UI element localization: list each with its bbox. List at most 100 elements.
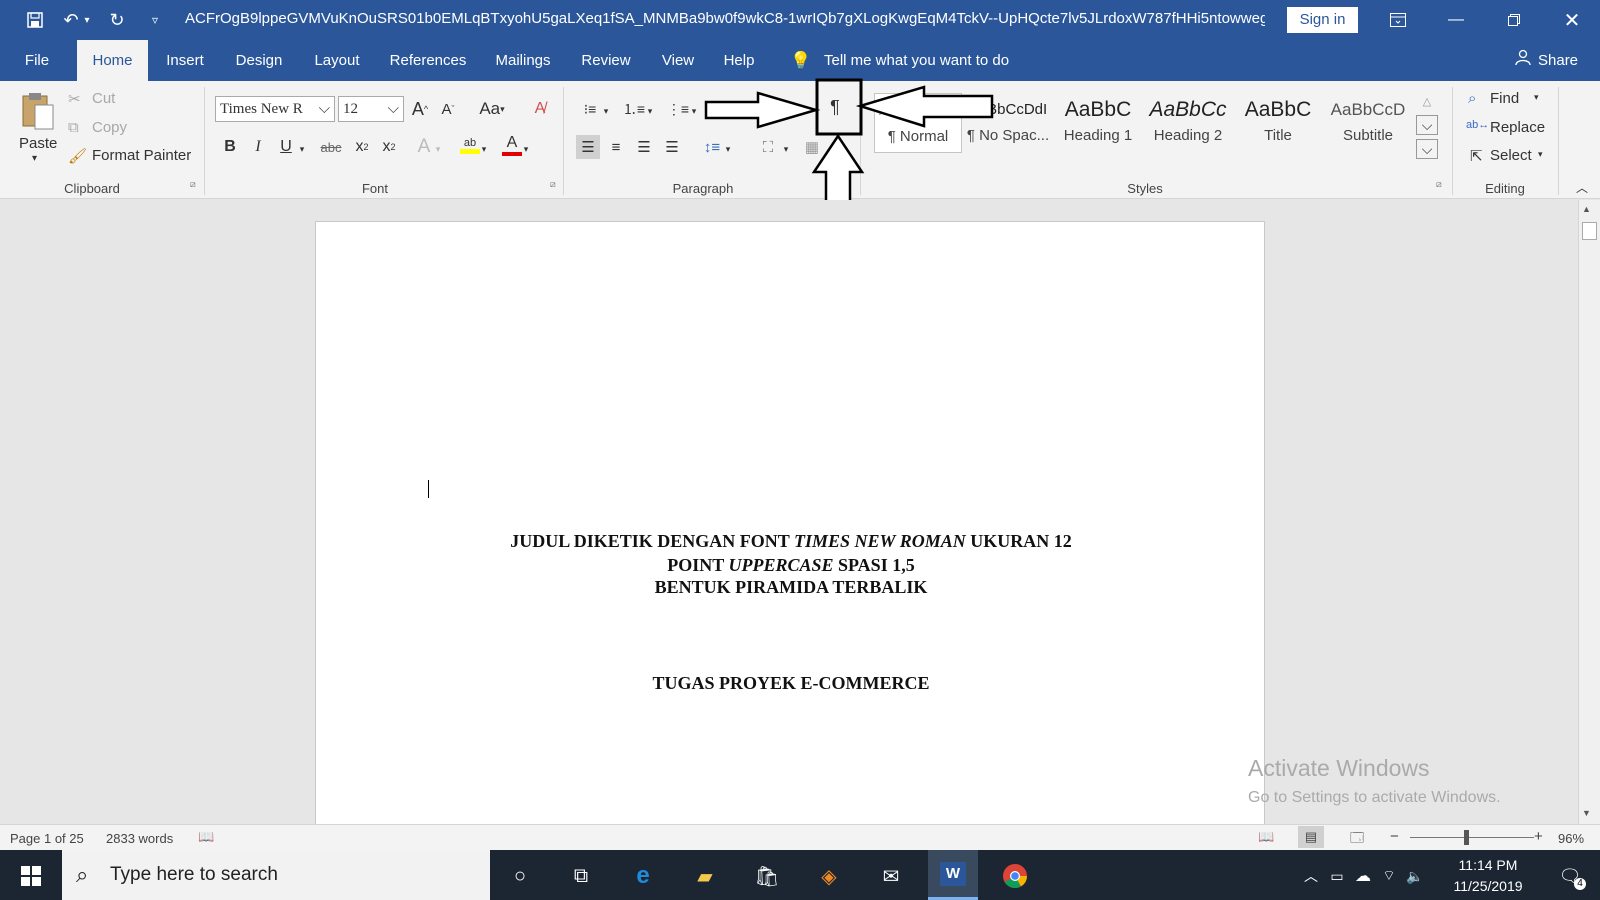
- tab-file[interactable]: File: [14, 40, 60, 81]
- chrome-icon[interactable]: [990, 856, 1040, 896]
- style-heading-2[interactable]: AaBbCc Heading 2: [1144, 93, 1232, 153]
- styles-scroll-down-icon[interactable]: ⌵: [1416, 115, 1438, 135]
- zoom-slider-thumb[interactable]: [1464, 830, 1469, 845]
- scroll-down-icon[interactable]: ▼: [1582, 808, 1591, 818]
- tab-home[interactable]: Home: [77, 40, 148, 81]
- italic-button[interactable]: I: [246, 135, 270, 159]
- chevron-down-icon[interactable]: ⌵: [319, 97, 330, 121]
- cortana-icon[interactable]: ○: [495, 856, 545, 896]
- tab-mailings[interactable]: Mailings: [490, 40, 556, 81]
- bold-button[interactable]: B: [218, 135, 242, 159]
- paste-label[interactable]: Paste: [19, 135, 57, 152]
- align-left-icon[interactable]: ☰: [576, 135, 600, 159]
- replace-button[interactable]: Replace: [1490, 119, 1545, 136]
- task-view-icon[interactable]: ⧉: [556, 856, 606, 896]
- notification-icon[interactable]: 🗨 4: [1550, 856, 1590, 896]
- strikethrough-button[interactable]: abc: [316, 135, 346, 159]
- clock-time[interactable]: 11:14 PM: [1438, 857, 1538, 873]
- line-spacing-icon[interactable]: ↕≡: [700, 135, 724, 159]
- zoom-level[interactable]: 96%: [1558, 831, 1584, 846]
- show-hidden-icons[interactable]: ︿: [1298, 856, 1324, 896]
- styles-more-icon[interactable]: ⌵: [1416, 139, 1438, 159]
- styles-launcher-icon[interactable]: ⧄: [1436, 179, 1442, 190]
- save-icon[interactable]: [22, 8, 48, 32]
- paste-icon[interactable]: [18, 89, 58, 133]
- tab-review[interactable]: Review: [578, 40, 634, 81]
- style-title[interactable]: AaBbC Title: [1234, 93, 1322, 153]
- multilevel-dropdown-icon[interactable]: ▾: [688, 99, 700, 123]
- tab-layout[interactable]: Layout: [308, 40, 366, 81]
- mail-icon[interactable]: ✉: [866, 856, 916, 896]
- tell-me-search[interactable]: Tell me what you want to do: [824, 40, 1009, 81]
- subscript-button[interactable]: x2: [350, 135, 374, 159]
- zoom-in-icon[interactable]: +: [1534, 828, 1543, 845]
- tab-help[interactable]: Help: [718, 40, 760, 81]
- sort-icon[interactable]: A↓: [786, 97, 810, 121]
- store-icon[interactable]: 🛍: [742, 856, 792, 896]
- text-effects-dropdown-icon[interactable]: ▾: [432, 137, 444, 161]
- justify-icon[interactable]: ☰: [660, 135, 684, 159]
- underline-dropdown-icon[interactable]: ▾: [296, 137, 308, 161]
- show-hide-pilcrow-button[interactable]: ¶: [823, 95, 847, 119]
- print-layout-icon[interactable]: ▤: [1298, 826, 1324, 848]
- shading-icon[interactable]: ⛶: [756, 135, 780, 159]
- style-no-spacing[interactable]: AaBbCcDdI ¶ No Spac...: [964, 93, 1052, 153]
- multilevel-list-icon[interactable]: ⋮≡: [666, 97, 690, 121]
- word-taskbar-icon[interactable]: W: [928, 850, 978, 900]
- tab-insert[interactable]: Insert: [160, 40, 210, 81]
- share-button[interactable]: Share: [1538, 40, 1578, 81]
- sign-in-button[interactable]: Sign in: [1287, 7, 1358, 33]
- font-launcher-icon[interactable]: ⧄: [550, 179, 556, 190]
- tab-view[interactable]: View: [656, 40, 700, 81]
- edge-icon[interactable]: e: [618, 856, 668, 896]
- wifi-icon[interactable]: ⌔: [1376, 856, 1402, 896]
- restore-icon[interactable]: [1486, 0, 1542, 40]
- bullets-dropdown-icon[interactable]: ▾: [600, 99, 612, 123]
- align-right-icon[interactable]: ☰: [632, 135, 656, 159]
- style-normal[interactable]: AaBbCcDdI ¶ Normal: [874, 93, 962, 153]
- proofing-icon[interactable]: 📖: [198, 829, 214, 845]
- repeat-icon[interactable]: ↻: [104, 8, 130, 32]
- clock-date[interactable]: 11/25/2019: [1438, 878, 1538, 894]
- web-layout-icon[interactable]: 🗔: [1350, 829, 1364, 851]
- scroll-thumb[interactable]: [1582, 222, 1597, 240]
- grow-font-icon[interactable]: A ^: [408, 97, 432, 121]
- align-center-icon[interactable]: ≡: [604, 135, 628, 159]
- tab-references[interactable]: References: [386, 40, 470, 81]
- increase-indent-icon[interactable]: ⇥≡: [746, 97, 770, 121]
- volume-icon[interactable]: 🔈: [1402, 856, 1428, 896]
- font-size-combo[interactable]: 12 ⌵: [338, 96, 404, 122]
- superscript-button[interactable]: x2: [377, 135, 401, 159]
- numbering-dropdown-icon[interactable]: ▾: [644, 99, 656, 123]
- find-dropdown-icon[interactable]: ▾: [1534, 92, 1539, 103]
- share-person-icon[interactable]: [1512, 40, 1534, 81]
- decrease-indent-icon[interactable]: ⇤≡: [718, 97, 742, 121]
- zoom-out-icon[interactable]: −: [1390, 828, 1399, 845]
- undo-dropdown-icon[interactable]: ▾: [80, 8, 94, 32]
- highlight-dropdown-icon[interactable]: ▾: [478, 137, 490, 161]
- taskbar-search-box[interactable]: ⌕ Type here to search: [62, 850, 490, 900]
- select-dropdown-icon[interactable]: ▾: [1538, 149, 1543, 160]
- customize-quick-access-icon[interactable]: ▿: [142, 8, 168, 32]
- clear-formatting-icon[interactable]: A̸: [528, 97, 552, 121]
- font-name-combo[interactable]: Times New R ⌵: [215, 96, 335, 122]
- change-case-icon[interactable]: Aa ▾: [474, 97, 510, 121]
- format-painter-button[interactable]: Format Painter: [92, 147, 191, 164]
- line-spacing-dropdown-icon[interactable]: ▾: [722, 137, 734, 161]
- numbering-icon[interactable]: ⒈≡: [622, 97, 646, 121]
- bullets-icon[interactable]: ⁝≡: [578, 97, 602, 121]
- page-count[interactable]: Page 1 of 25: [10, 831, 84, 846]
- document-page[interactable]: JUDUL DIKETIK DENGAN FONT TIMES NEW ROMA…: [315, 221, 1265, 824]
- onedrive-icon[interactable]: ☁: [1350, 856, 1376, 896]
- battery-icon[interactable]: ▭: [1324, 856, 1350, 896]
- font-color-dropdown-icon[interactable]: ▾: [520, 137, 532, 161]
- zoom-slider-track[interactable]: [1410, 837, 1534, 838]
- copy-button[interactable]: Copy: [92, 119, 127, 136]
- app-icon[interactable]: ◈: [804, 856, 854, 896]
- style-heading-1[interactable]: AaBbC Heading 1: [1054, 93, 1142, 153]
- underline-button[interactable]: U: [274, 135, 298, 159]
- cut-button[interactable]: Cut: [92, 90, 115, 107]
- collapse-ribbon-icon[interactable]: ︿: [1576, 179, 1588, 196]
- start-windows-icon[interactable]: [6, 856, 56, 896]
- minimize-icon[interactable]: —: [1428, 0, 1484, 40]
